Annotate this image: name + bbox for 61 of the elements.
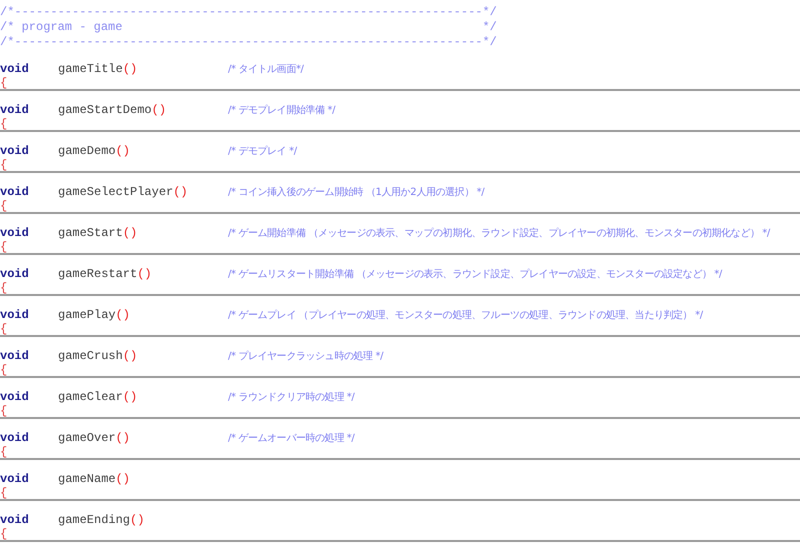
code-comment: /* デモプレイ */ [228, 144, 297, 159]
parentheses: () [122, 62, 138, 77]
code-comment: /* タイトル画面*/ [228, 63, 304, 77]
parentheses: () [152, 103, 166, 118]
code-comment: /* ゲーム開始準備 （メッセージの表示、マップの初期化、ラウンド設定、プレイヤーの初期化、モンスターの初期化など） */ [228, 226, 770, 241]
keyword: void [0, 267, 30, 282]
parentheses: () [116, 431, 130, 446]
function-name: gameStartDemo [58, 103, 152, 118]
function-name: gameStart [58, 226, 123, 241]
parentheses: () [122, 349, 138, 364]
opening-brace: { [0, 282, 8, 294]
opening-brace: { [0, 446, 8, 458]
keyword: void [0, 472, 30, 487]
keyword: void [0, 390, 30, 405]
keyword: void [0, 226, 30, 241]
code-comment: /* ゲームプレイ （プレイヤーの処理、モンスターの処理、フルーツの処理、ラウンドの処理、当たり判定） */ [228, 308, 703, 323]
header-comment-line: /*-----------------------------------------------------------------*/ [0, 5, 497, 20]
function-name: gameDemo [58, 144, 116, 159]
code-comment: /* コイン挿入後のゲーム開始時 （1人用か2人用の選択） */ [228, 186, 484, 200]
parentheses: () [137, 267, 152, 282]
keyword: void [0, 513, 30, 528]
opening-brace: { [0, 364, 8, 376]
parentheses: () [130, 513, 144, 528]
function-name: gamePlay [58, 308, 116, 323]
keyword: void [0, 431, 30, 446]
opening-brace: { [0, 405, 8, 417]
keyword: void [0, 185, 30, 200]
keyword: void [0, 308, 30, 323]
function-name: gameTitle [58, 62, 123, 77]
code-comment: /* デモプレイ開始準備 */ [228, 104, 336, 118]
code-comment: /* ラウンドクリア時の処理 */ [228, 390, 354, 405]
opening-brace: { [0, 323, 8, 335]
code-comment: /* ゲームリスタート開始準備 （メッセージの表示、ラウンド設定、プレイヤーの設定、モンスターの設定など） */ [228, 268, 722, 282]
header-comment-line: /*-----------------------------------------------------------------*/ [0, 35, 497, 50]
header-comment-line: /* program - game */ [0, 20, 497, 35]
function-name: gameClear [58, 390, 123, 405]
keyword: void [0, 349, 30, 364]
parentheses: () [173, 185, 188, 200]
keyword: void [0, 103, 30, 118]
keyword: void [0, 62, 30, 77]
opening-brace: { [0, 528, 8, 540]
parentheses: () [116, 472, 130, 487]
function-name: gameEnding [58, 513, 130, 528]
opening-brace: { [0, 159, 8, 171]
function-name: gameCrush [58, 349, 123, 364]
function-name: gameOver [58, 431, 116, 446]
parentheses: () [122, 390, 138, 405]
parentheses: () [122, 226, 138, 241]
opening-brace: { [0, 118, 8, 130]
function-name: gameName [58, 472, 116, 487]
opening-brace: { [0, 487, 8, 499]
code-comment: /* ゲームオーバー時の処理 */ [228, 432, 354, 446]
code-comment: /* プレイヤークラッシュ時の処理 */ [228, 350, 384, 364]
function-name: gameRestart [58, 267, 138, 282]
opening-brace: { [0, 241, 8, 253]
opening-brace: { [0, 77, 8, 89]
function-name: gameSelectPlayer [58, 185, 174, 200]
opening-brace: { [0, 200, 8, 212]
parentheses: () [116, 144, 130, 159]
keyword: void [0, 144, 30, 159]
parentheses: () [116, 308, 130, 323]
